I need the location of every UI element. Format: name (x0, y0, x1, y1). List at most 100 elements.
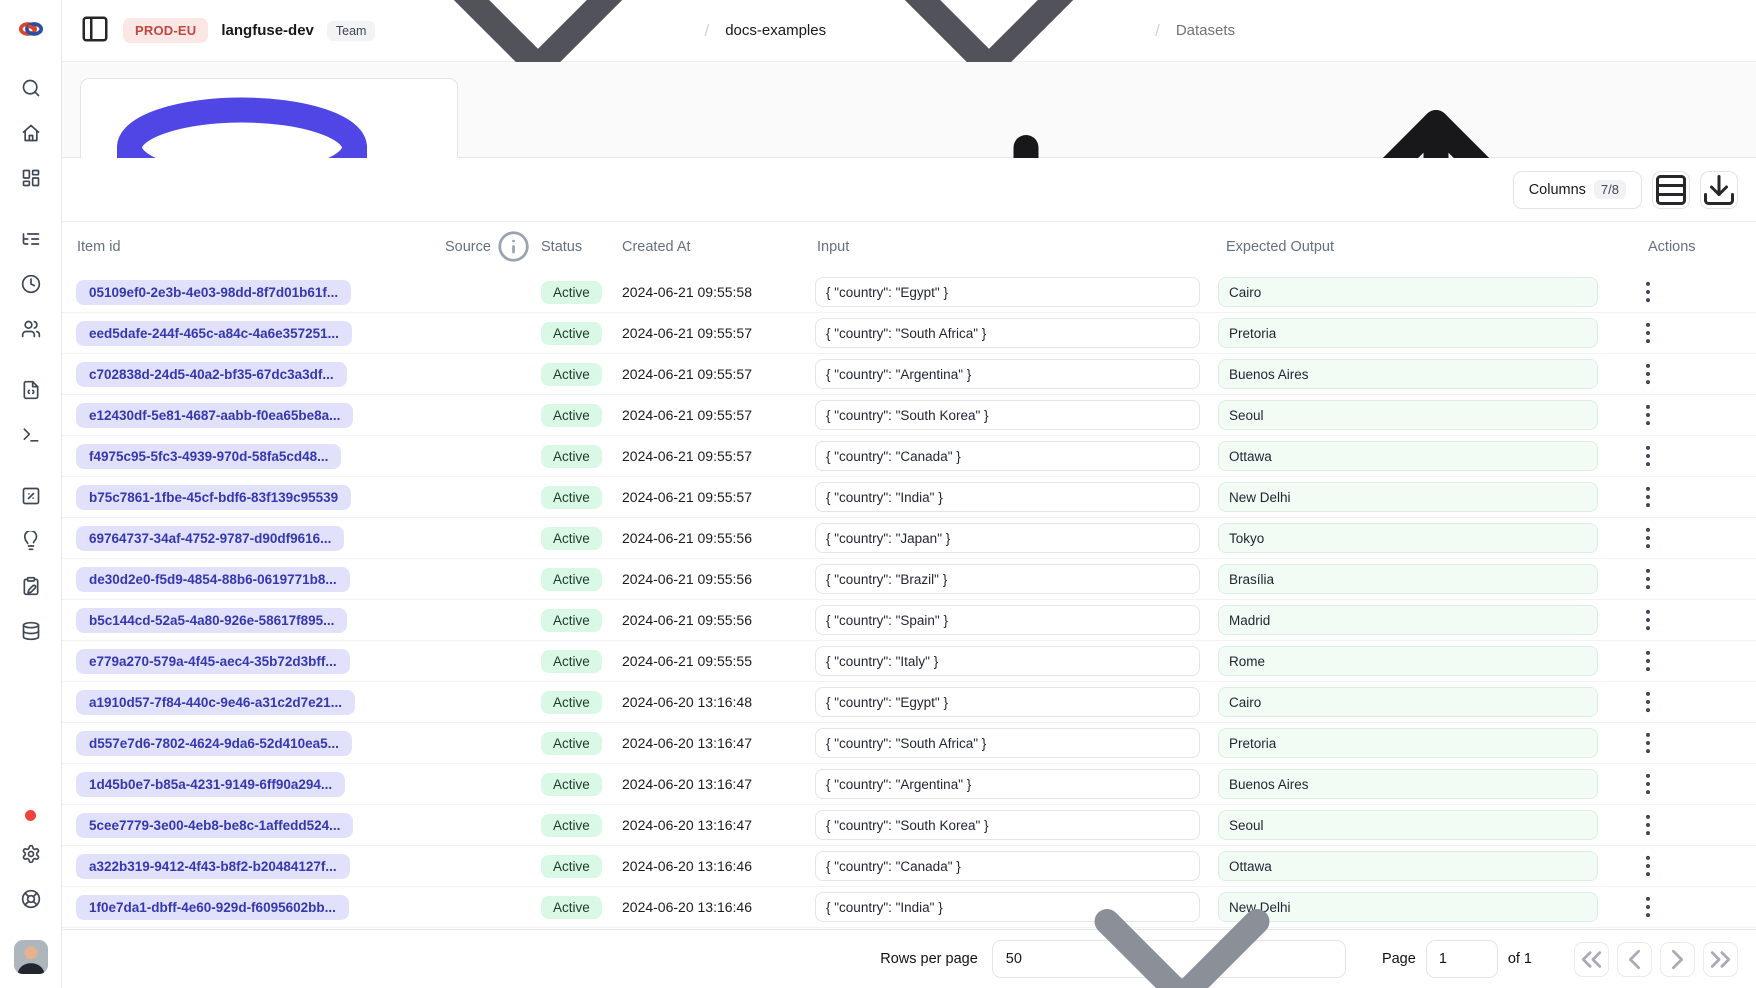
previous-page-button[interactable] (1617, 942, 1652, 977)
row-height-button[interactable] (1652, 171, 1690, 209)
item-id-pill[interactable]: 5cee7779-3e00-4eb8-be8c-1affedd524... (76, 813, 353, 838)
item-id-pill[interactable]: d557e7d6-7802-4624-9da6-52d410ea5... (76, 731, 352, 756)
sidebar-item-tracing[interactable] (19, 227, 43, 251)
row-actions-button[interactable] (1634, 483, 1662, 511)
input-cell[interactable]: { "country": "Italy" } (815, 646, 1200, 676)
column-header-status[interactable]: Status (530, 239, 610, 255)
expected-output-cell[interactable]: Madrid (1218, 605, 1598, 635)
row-actions-button[interactable] (1634, 647, 1662, 675)
item-id-pill[interactable]: de30d2e0-f5d9-4854-88b6-0619771b8... (76, 567, 350, 592)
user-avatar[interactable] (14, 940, 48, 974)
page-number-input[interactable] (1426, 940, 1498, 978)
created-at-cell: 2024-06-21 09:55:57 (610, 448, 805, 464)
rows-per-page-select[interactable]: 50 (992, 940, 1346, 978)
sidebar-item-sessions[interactable] (19, 272, 43, 296)
sidebar-item-search[interactable] (19, 76, 43, 100)
expected-output-cell[interactable]: New Delhi (1218, 482, 1598, 512)
item-id-pill[interactable]: a322b319-9412-4f43-b8f2-b20484127f... (76, 854, 350, 879)
expected-output-cell[interactable]: Cairo (1218, 687, 1598, 717)
row-actions-button[interactable] (1634, 401, 1662, 429)
input-cell[interactable]: { "country": "South Africa" } (815, 728, 1200, 758)
expected-output-cell[interactable]: Seoul (1218, 400, 1598, 430)
input-cell[interactable]: { "country": "Egypt" } (815, 687, 1200, 717)
item-id-pill[interactable]: e12430df-5e81-4687-aabb-f0ea65be8a... (76, 403, 353, 428)
row-actions-button[interactable] (1634, 729, 1662, 757)
item-id-pill[interactable]: b75c7861-1fbe-45cf-bdf6-83f139c95539 (76, 485, 351, 510)
table-row: d557e7d6-7802-4624-9da6-52d410ea5... Act… (62, 723, 1756, 764)
row-actions-button[interactable] (1634, 811, 1662, 839)
row-actions-button[interactable] (1634, 852, 1662, 880)
sidebar-item-settings[interactable] (19, 842, 43, 866)
input-cell[interactable]: { "country": "Argentina" } (815, 769, 1200, 799)
sidebar-item-users[interactable] (19, 317, 43, 341)
row-actions-button[interactable] (1634, 893, 1662, 921)
row-actions-button[interactable] (1634, 319, 1662, 347)
page-header: Dataset capital_cities New item Upload C… (62, 62, 1756, 158)
sidebar-item-datasets[interactable] (19, 619, 43, 643)
input-cell[interactable]: { "country": "Canada" } (815, 441, 1200, 471)
input-cell[interactable]: { "country": "South Korea" } (815, 400, 1200, 430)
expected-output-cell[interactable]: Pretoria (1218, 318, 1598, 348)
expected-output-cell[interactable]: Rome (1218, 646, 1598, 676)
more-vertical-icon (1634, 606, 1662, 634)
sidebar-item-insights[interactable] (19, 529, 43, 553)
sidebar-item-evaluation[interactable] (19, 484, 43, 508)
input-cell[interactable]: { "country": "Brazil" } (815, 564, 1200, 594)
langfuse-logo-icon[interactable] (18, 16, 44, 42)
row-actions-button[interactable] (1634, 278, 1662, 306)
recording-indicator[interactable] (25, 810, 36, 821)
environment-badge[interactable]: PROD-EU (123, 18, 208, 43)
expected-output-cell[interactable]: Tokyo (1218, 523, 1598, 553)
columns-button[interactable]: Columns 7/8 (1513, 171, 1642, 209)
sidebar-item-home[interactable] (19, 121, 43, 145)
column-header-expected-output[interactable]: Expected Output (1210, 239, 1610, 255)
next-page-button[interactable] (1660, 942, 1695, 977)
item-id-pill[interactable]: 1d45b0e7-b85a-4231-9149-6ff90a294... (76, 772, 345, 797)
item-id-pill[interactable]: 05109ef0-2e3b-4e03-98dd-8f7d01b61f... (76, 280, 351, 305)
column-header-item-id[interactable]: Item id (62, 239, 430, 255)
sidebar-item-prompts[interactable] (19, 378, 43, 402)
item-id-pill[interactable]: b5c144cd-52a5-4a80-926e-58617f895... (76, 608, 347, 633)
row-actions-button[interactable] (1634, 606, 1662, 634)
input-cell[interactable]: { "country": "South Africa" } (815, 318, 1200, 348)
item-id-pill[interactable]: c702838d-24d5-40a2-bf35-67dc3a3df... (76, 362, 347, 387)
input-cell[interactable]: { "country": "Argentina" } (815, 359, 1200, 389)
sidebar-item-annotation[interactable] (19, 574, 43, 598)
sidebar-item-dashboards[interactable] (19, 166, 43, 190)
org-name[interactable]: langfuse-dev (221, 22, 314, 39)
row-actions-button[interactable] (1634, 565, 1662, 593)
expected-output-cell[interactable]: Ottawa (1218, 441, 1598, 471)
row-actions-button[interactable] (1634, 360, 1662, 388)
item-id-pill[interactable]: 1f0e7da1-dbff-4e60-929d-f6095602bb... (76, 895, 349, 920)
export-button[interactable] (1700, 171, 1738, 209)
expected-output-cell[interactable]: Buenos Aires (1218, 359, 1598, 389)
item-id-pill[interactable]: a1910d57-7f84-440c-9e46-a31c2d7e21... (76, 690, 355, 715)
input-cell[interactable]: { "country": "India" } (815, 482, 1200, 512)
input-cell[interactable]: { "country": "Egypt" } (815, 277, 1200, 307)
sidebar-item-playground[interactable] (19, 423, 43, 447)
item-id-pill[interactable]: 69764737-34af-4752-9787-d90df9616... (76, 526, 344, 551)
sidebar-toggle-button[interactable] (80, 16, 110, 46)
column-header-source[interactable]: Source (430, 230, 530, 263)
item-id-pill[interactable]: e779a270-579a-4f45-aec4-35b72d3bff... (76, 649, 350, 674)
expected-output-cell[interactable]: Cairo (1218, 277, 1598, 307)
sidebar-item-support[interactable] (19, 887, 43, 911)
column-header-input[interactable]: Input (805, 239, 1210, 255)
first-page-button[interactable] (1574, 942, 1609, 977)
item-id-pill[interactable]: f4975c95-5fc3-4939-970d-58fa5cd48... (76, 444, 341, 469)
input-cell[interactable]: { "country": "Spain" } (815, 605, 1200, 635)
column-header-created-at[interactable]: Created At (610, 239, 805, 255)
row-actions-button[interactable] (1634, 524, 1662, 552)
row-actions-button[interactable] (1634, 442, 1662, 470)
expected-output-cell[interactable]: Buenos Aires (1218, 769, 1598, 799)
project-name[interactable]: docs-examples (725, 22, 826, 39)
breadcrumb-section[interactable]: Datasets (1176, 22, 1235, 39)
row-actions-button[interactable] (1634, 688, 1662, 716)
row-actions-button[interactable] (1634, 770, 1662, 798)
input-cell[interactable]: { "country": "Japan" } (815, 523, 1200, 553)
table-toolbar: Columns 7/8 (62, 158, 1756, 222)
last-page-button[interactable] (1703, 942, 1738, 977)
expected-output-cell[interactable]: Brasília (1218, 564, 1598, 594)
item-id-pill[interactable]: eed5dafe-244f-465c-a84c-4a6e357251... (76, 321, 352, 346)
expected-output-cell[interactable]: Pretoria (1218, 728, 1598, 758)
